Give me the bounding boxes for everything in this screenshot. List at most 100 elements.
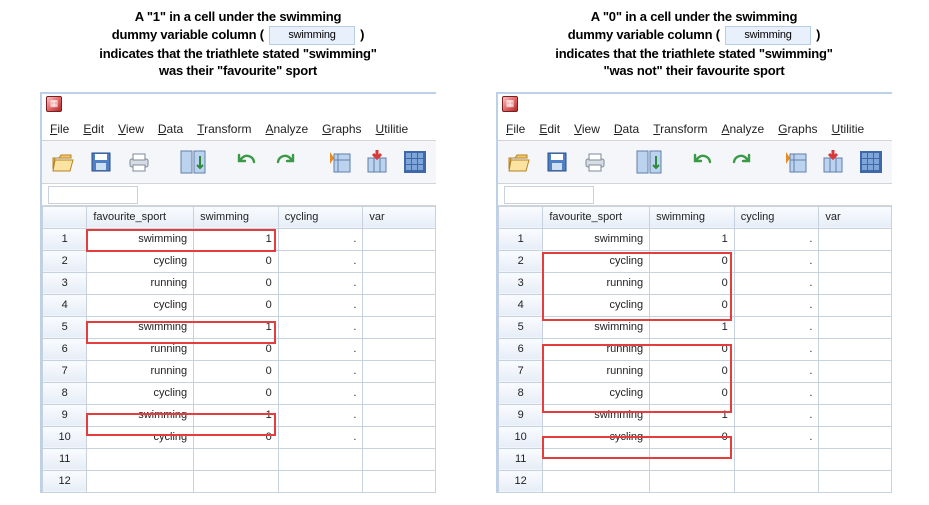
- cell[interactable]: .: [278, 382, 363, 404]
- cell[interactable]: [363, 360, 436, 382]
- cell[interactable]: 0: [194, 272, 279, 294]
- cell[interactable]: running: [87, 338, 194, 360]
- cell[interactable]: [363, 316, 436, 338]
- cell[interactable]: 1: [650, 316, 735, 338]
- cell[interactable]: [363, 470, 436, 492]
- row-header[interactable]: 6: [499, 338, 543, 360]
- cell[interactable]: [819, 338, 892, 360]
- undo-icon[interactable]: [688, 147, 718, 177]
- menu-graphs[interactable]: Graphs: [778, 122, 817, 136]
- row-header[interactable]: 10: [43, 426, 87, 448]
- cell[interactable]: [278, 448, 363, 470]
- cell[interactable]: running: [87, 360, 194, 382]
- variables-icon[interactable]: [856, 147, 886, 177]
- cell[interactable]: cycling: [543, 250, 650, 272]
- variables-icon[interactable]: [400, 147, 430, 177]
- cell[interactable]: [734, 448, 819, 470]
- menu-view[interactable]: View: [574, 122, 600, 136]
- cell[interactable]: [363, 294, 436, 316]
- menu-utilities[interactable]: Utilitie: [832, 122, 865, 136]
- cell[interactable]: cycling: [543, 426, 650, 448]
- cell[interactable]: swimming: [543, 316, 650, 338]
- cell[interactable]: .: [734, 338, 819, 360]
- row-header[interactable]: 4: [43, 294, 87, 316]
- row-header[interactable]: 1: [43, 228, 87, 250]
- cell[interactable]: swimming: [87, 228, 194, 250]
- open-icon[interactable]: [504, 147, 534, 177]
- cell[interactable]: cycling: [87, 250, 194, 272]
- cell[interactable]: .: [278, 228, 363, 250]
- row-header[interactable]: 11: [499, 448, 543, 470]
- cell[interactable]: 0: [650, 250, 735, 272]
- cell[interactable]: 0: [650, 272, 735, 294]
- cell[interactable]: .: [278, 426, 363, 448]
- cell[interactable]: swimming: [87, 316, 194, 338]
- menu-edit[interactable]: Edit: [83, 122, 104, 136]
- row-header[interactable]: 12: [499, 470, 543, 492]
- cell[interactable]: cycling: [87, 426, 194, 448]
- col-cycling[interactable]: cycling: [734, 206, 819, 228]
- cell[interactable]: swimming: [543, 404, 650, 426]
- col-favourite-sport[interactable]: favourite_sport: [543, 206, 650, 228]
- cell[interactable]: .: [278, 250, 363, 272]
- cell[interactable]: cycling: [87, 382, 194, 404]
- cell[interactable]: .: [278, 316, 363, 338]
- print-icon[interactable]: [124, 147, 154, 177]
- menu-data[interactable]: Data: [158, 122, 183, 136]
- cell[interactable]: .: [734, 250, 819, 272]
- goto-case-icon[interactable]: [324, 147, 354, 177]
- cell[interactable]: 0: [194, 426, 279, 448]
- goto-var-icon[interactable]: [362, 147, 392, 177]
- cell[interactable]: [734, 470, 819, 492]
- menu-view[interactable]: View: [118, 122, 144, 136]
- cell[interactable]: [87, 448, 194, 470]
- cell[interactable]: .: [734, 404, 819, 426]
- cell[interactable]: [650, 470, 735, 492]
- cell[interactable]: [363, 338, 436, 360]
- cell[interactable]: [543, 470, 650, 492]
- cell-name-box[interactable]: [48, 186, 138, 204]
- cell[interactable]: [194, 448, 279, 470]
- cell[interactable]: .: [278, 294, 363, 316]
- row-header[interactable]: 12: [43, 470, 87, 492]
- data-grid[interactable]: favourite_sport swimming cycling var 1sw…: [42, 206, 436, 493]
- cell[interactable]: [194, 470, 279, 492]
- cell[interactable]: 0: [194, 294, 279, 316]
- data-grid[interactable]: favourite_sport swimming cycling var 1sw…: [498, 206, 892, 493]
- cell[interactable]: .: [734, 228, 819, 250]
- cell[interactable]: [363, 426, 436, 448]
- cell[interactable]: [819, 426, 892, 448]
- cell[interactable]: 0: [650, 360, 735, 382]
- menu-file[interactable]: File: [50, 122, 69, 136]
- save-icon[interactable]: [86, 147, 116, 177]
- cell[interactable]: running: [543, 272, 650, 294]
- undo-icon[interactable]: [232, 147, 262, 177]
- cell[interactable]: .: [734, 382, 819, 404]
- row-header[interactable]: 8: [43, 382, 87, 404]
- cell[interactable]: [819, 316, 892, 338]
- cell[interactable]: [363, 272, 436, 294]
- col-cycling[interactable]: cycling: [278, 206, 363, 228]
- cell[interactable]: .: [278, 404, 363, 426]
- cell[interactable]: [819, 294, 892, 316]
- col-favourite-sport[interactable]: favourite_sport: [87, 206, 194, 228]
- cell[interactable]: cycling: [87, 294, 194, 316]
- row-header[interactable]: 4: [499, 294, 543, 316]
- cell[interactable]: .: [278, 338, 363, 360]
- cell[interactable]: .: [734, 294, 819, 316]
- cell[interactable]: [819, 272, 892, 294]
- col-var[interactable]: var: [819, 206, 892, 228]
- cell[interactable]: running: [87, 272, 194, 294]
- cell[interactable]: cycling: [543, 382, 650, 404]
- cell[interactable]: [363, 382, 436, 404]
- cell[interactable]: [363, 228, 436, 250]
- row-header[interactable]: 11: [43, 448, 87, 470]
- menu-data[interactable]: Data: [614, 122, 639, 136]
- cell[interactable]: 0: [194, 382, 279, 404]
- menu-transform[interactable]: Transform: [197, 122, 251, 136]
- goto-var-icon[interactable]: [818, 147, 848, 177]
- cell[interactable]: 1: [194, 228, 279, 250]
- menu-transform[interactable]: Transform: [653, 122, 707, 136]
- cell[interactable]: 0: [194, 360, 279, 382]
- menu-utilities[interactable]: Utilitie: [376, 122, 409, 136]
